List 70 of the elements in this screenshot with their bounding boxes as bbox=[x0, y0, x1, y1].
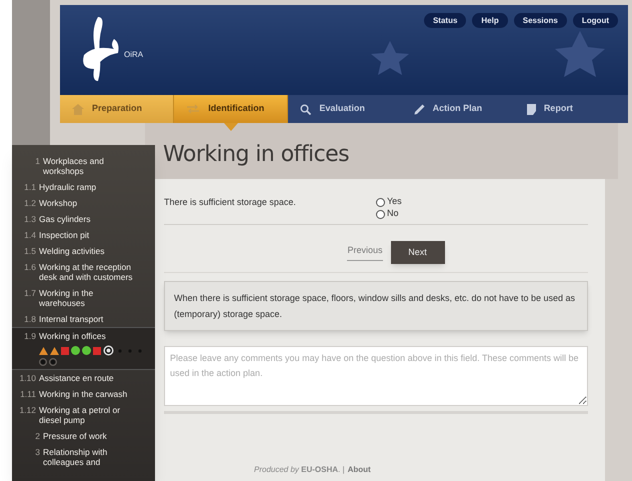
item-number: 3 bbox=[34, 447, 40, 459]
item-label: Assistance en route bbox=[39, 373, 115, 383]
item-number: 1.8 bbox=[23, 314, 36, 324]
item-number: 1.10 bbox=[18, 373, 36, 383]
pointer-icon bbox=[224, 123, 238, 131]
item-label: Working in offices bbox=[39, 331, 107, 341]
sidebar-item[interactable]: 1.12 Working at a petrol or diesel pump bbox=[12, 402, 155, 428]
item-number: 1.9 bbox=[23, 331, 36, 343]
header-button[interactable]: Logout bbox=[572, 13, 618, 28]
sidebar-item[interactable]: 3 Relationship with colleagues and bbox=[12, 444, 155, 470]
header-button[interactable]: Status bbox=[424, 13, 466, 28]
sidebar-item[interactable]: 1 Workplaces and workshops bbox=[12, 153, 155, 179]
sidebar-item[interactable]: 1.8 Internal transport bbox=[12, 311, 155, 327]
item-number: 1.12 bbox=[18, 405, 36, 417]
step-tab[interactable]: Preparation bbox=[60, 95, 174, 123]
house-icon bbox=[72, 104, 84, 114]
sidebar-item[interactable]: 1.2 Workshop bbox=[12, 195, 155, 211]
item-label: Relationship with colleagues and bbox=[43, 447, 108, 467]
sidebar-item[interactable]: 1.7 Working in the warehouses bbox=[12, 285, 155, 311]
sidebar-item[interactable]: 1.1 Hydraulic ramp bbox=[12, 179, 155, 195]
pencil-icon bbox=[414, 104, 425, 114]
item-number: 1.6 bbox=[23, 262, 36, 274]
sidebar-item[interactable]: 1.9 Working in offices bbox=[12, 327, 155, 370]
item-number: 2 bbox=[34, 431, 40, 441]
sidebar-item[interactable]: 1.4 Inspection pit bbox=[12, 227, 155, 243]
item-label: Working at the reception desk and with customers bbox=[39, 262, 134, 282]
radio-option[interactable]: Yes bbox=[376, 196, 402, 208]
header-button[interactable]: Sessions bbox=[514, 13, 567, 28]
sidebar-item[interactable]: 1.6 Working at the reception desk and with customers bbox=[12, 259, 155, 285]
step-tab[interactable]: Report bbox=[514, 95, 628, 123]
item-number: 1.3 bbox=[23, 214, 36, 224]
item-label: Hydraulic ramp bbox=[39, 182, 98, 192]
item-label: Pressure of work bbox=[43, 431, 108, 441]
info-box: When there is sufficient storage space, floors, window sills and desks, etc. do not have to be used as (temporary) storage space. bbox=[164, 281, 588, 331]
footer-text: Produced by EU-OSHA. | bbox=[254, 464, 345, 476]
item-label: Working in the carwash bbox=[39, 389, 128, 399]
about-link[interactable]: About bbox=[348, 464, 371, 476]
header-button[interactable]: Help bbox=[472, 13, 508, 28]
item-number: 1 bbox=[34, 156, 40, 168]
arrows-icon bbox=[186, 104, 200, 114]
item-label: Working in the warehouses bbox=[39, 288, 94, 308]
step-tab[interactable]: Action Plan bbox=[402, 95, 515, 123]
next-button[interactable]: Next bbox=[390, 241, 444, 264]
logo-text: OiRA bbox=[124, 49, 144, 61]
item-number: 1.1 bbox=[23, 182, 36, 192]
item-label: Internal transport bbox=[39, 314, 104, 324]
item-label: Workplaces and workshops bbox=[43, 156, 105, 176]
item-label: Gas cylinders bbox=[39, 214, 92, 224]
sidebar-item[interactable]: 1.11 Working in the carwash bbox=[12, 386, 155, 402]
document-icon bbox=[526, 104, 536, 114]
item-label: Working at a petrol or diesel pump bbox=[39, 405, 122, 425]
search-icon bbox=[300, 104, 312, 114]
previous-link[interactable]: Previous bbox=[347, 244, 382, 261]
item-number: 1.11 bbox=[19, 389, 36, 399]
item-label: Inspection pit bbox=[39, 230, 90, 240]
question-text: There is sufficient storage space. bbox=[164, 196, 297, 209]
item-number: 1.5 bbox=[23, 246, 36, 256]
sidebar-item[interactable]: 1.10 Assistance en route bbox=[12, 370, 155, 386]
item-label: Workshop bbox=[39, 198, 78, 208]
item-number: 1.7 bbox=[23, 288, 36, 300]
comment-field[interactable]: Please leave any comments you may have on the question above in this field. These comments will be used in the action plan. bbox=[164, 346, 588, 406]
step-tab[interactable]: Evaluation bbox=[288, 95, 402, 123]
radio-option[interactable]: No bbox=[376, 208, 402, 220]
item-number: 1.2 bbox=[23, 198, 36, 208]
sidebar-item[interactable]: 1.3 Gas cylinders bbox=[12, 211, 155, 227]
item-number: 1.4 bbox=[23, 230, 36, 240]
sidebar-item[interactable]: 2 Pressure of work bbox=[12, 428, 155, 444]
item-label: Welding activities bbox=[39, 246, 106, 256]
page-title: Working in offices bbox=[163, 141, 350, 169]
sidebar-item[interactable]: 1.5 Welding activities bbox=[12, 243, 155, 259]
